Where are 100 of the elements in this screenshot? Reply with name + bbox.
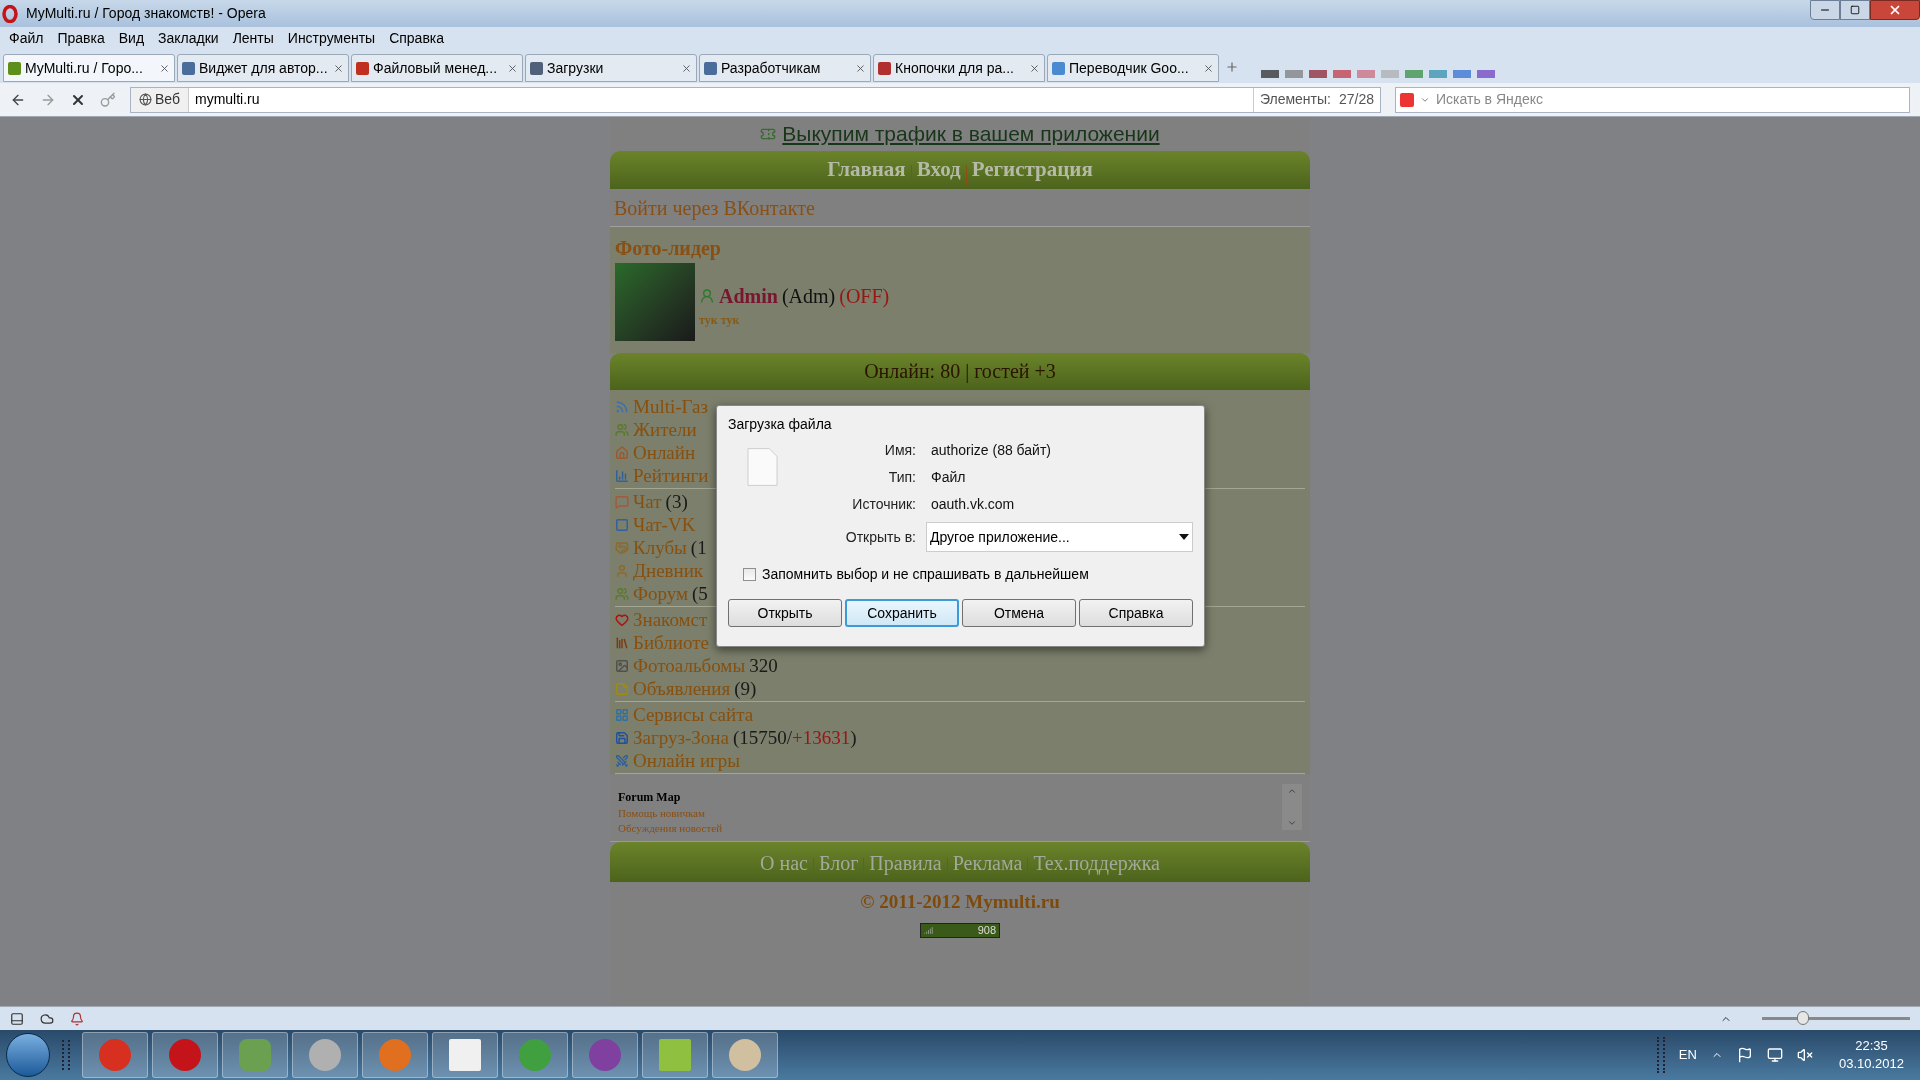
elements-counter: Элементы: 27/28 [1252, 87, 1380, 112]
menu-link[interactable]: Загруз-Зона [633, 728, 729, 747]
menu-link[interactable]: Объявления [633, 679, 731, 698]
address-field[interactable]: Веб mymulti.ru Элементы: 27/28 [130, 86, 1381, 113]
taskbar-button[interactable] [502, 1032, 568, 1078]
close-icon[interactable] [1029, 62, 1040, 74]
footer-link[interactable]: О нас [760, 848, 808, 878]
dialog-button[interactable]: Открыть [728, 599, 842, 627]
clock[interactable]: 22:35 03.10.2012 [1838, 1037, 1904, 1073]
user-icon [699, 288, 715, 304]
open-with-dropdown[interactable]: Другое приложение... [926, 522, 1193, 552]
favicon-icon [182, 61, 195, 75]
nav-link[interactable]: Вход [916, 153, 961, 185]
menu-link[interactable]: Жители [633, 420, 697, 439]
ad-link[interactable]: Выкупим трафик в вашем приложении [782, 118, 1160, 150]
favicon-icon [878, 61, 891, 75]
grip-handle[interactable] [1656, 1037, 1665, 1073]
menu-link[interactable]: Библиоте [633, 633, 709, 652]
forum-link[interactable]: Помощь новичкам [618, 806, 1282, 821]
close-icon[interactable] [507, 62, 518, 74]
remember-checkbox[interactable] [743, 568, 756, 581]
menu-link[interactable]: Форум [633, 584, 689, 603]
photo-caption: тук тук [699, 312, 741, 329]
scroll-down-icon[interactable] [1287, 818, 1297, 828]
taskbar-button[interactable] [152, 1032, 218, 1078]
network-icon[interactable] [1766, 1047, 1783, 1063]
tab-label: Разработчикам [721, 58, 822, 78]
maximize-button[interactable] [1840, 0, 1870, 20]
menu-item[interactable]: Ленты [225, 27, 281, 49]
menu-link[interactable]: Сервисы сайта [633, 705, 754, 724]
person-icon [615, 563, 629, 578]
close-icon[interactable] [1203, 62, 1214, 74]
browser-tab[interactable]: Переводчик Goo... [1047, 54, 1219, 82]
menu-item[interactable]: Справка [382, 27, 452, 49]
browser-tab[interactable]: Кнопочки для ра... [873, 54, 1045, 82]
menu-item[interactable]: Закладки [151, 27, 226, 49]
zoom-slider-thumb[interactable] [1797, 1011, 1810, 1025]
dialog-button[interactable]: Отмена [962, 599, 1076, 627]
menu-link[interactable]: Дневник [633, 561, 704, 580]
cloud-icon[interactable] [40, 1011, 54, 1026]
user-link[interactable]: Admin [719, 281, 778, 311]
menu-link[interactable]: Клубы [633, 538, 687, 557]
nav-link[interactable]: Главная [827, 153, 906, 185]
tab-label: Виджет для автор... [199, 58, 329, 78]
menu-link[interactable]: Чат [633, 492, 662, 511]
menu-item[interactable]: Вид [111, 27, 152, 49]
menu-link[interactable]: Знакомст [633, 610, 708, 629]
browser-tab[interactable]: Виджет для автор... [177, 54, 349, 82]
close-icon[interactable] [855, 62, 866, 74]
forum-link[interactable]: Обсуждения новостей [618, 821, 1282, 836]
taskbar-button[interactable] [712, 1032, 778, 1078]
taskbar-button[interactable] [82, 1032, 148, 1078]
close-button[interactable] [1870, 0, 1920, 20]
taskbar-button[interactable] [572, 1032, 638, 1078]
menu-link[interactable]: Multi-Газ [633, 397, 708, 416]
close-icon[interactable] [333, 62, 344, 74]
nav-link[interactable]: Регистрация [971, 153, 1093, 185]
menu-link[interactable]: Рейтинги [633, 466, 709, 485]
key-icon[interactable] [100, 91, 116, 108]
browser-tab[interactable]: Загрузки [525, 54, 697, 82]
taskbar-button[interactable] [292, 1032, 358, 1078]
grip-handle[interactable] [62, 1040, 70, 1070]
scroll-up-icon[interactable] [1287, 786, 1297, 796]
menu-item[interactable]: Файл [2, 27, 51, 49]
menu-link[interactable]: Онлайн [633, 443, 696, 462]
favicon-icon [356, 61, 369, 75]
menu-link[interactable]: Чат-VK [633, 515, 696, 534]
flag-icon[interactable] [1736, 1047, 1753, 1063]
close-icon[interactable] [681, 62, 692, 74]
taskbar-button[interactable] [642, 1032, 708, 1078]
dialog-button[interactable]: Справка [1079, 599, 1193, 627]
menu-item[interactable]: Инструменты [280, 27, 383, 49]
minimize-button[interactable] [1810, 0, 1840, 20]
volume-muted-icon[interactable] [1796, 1047, 1813, 1063]
browser-tab[interactable]: Файловый менед... [351, 54, 523, 82]
scrollbar[interactable] [1282, 784, 1302, 830]
start-button[interactable] [6, 1033, 50, 1077]
menu-link[interactable]: Онлайн игры [633, 751, 741, 770]
language-indicator[interactable]: EN [1678, 1045, 1697, 1065]
taskbar-button[interactable] [432, 1032, 498, 1078]
browser-tab[interactable]: MyMulti.ru / Горо... [3, 54, 175, 82]
menu-link[interactable]: Фотоальбомы [633, 656, 746, 675]
panel-icon[interactable] [10, 1011, 24, 1026]
vk-login-link[interactable]: Войти через ВКонтакте [614, 192, 815, 223]
dialog-button[interactable]: Сохранить [845, 599, 959, 627]
footer-link[interactable]: Тех.поддержка [1033, 848, 1160, 878]
favicon-icon [1052, 61, 1065, 75]
browser-tab[interactable]: Разработчикам [699, 54, 871, 82]
close-icon[interactable] [159, 62, 170, 74]
new-tab-icon[interactable] [1225, 60, 1239, 74]
footer-link[interactable]: Правила [869, 848, 942, 878]
menu-item[interactable]: Правка [50, 27, 112, 49]
taskbar-button[interactable] [362, 1032, 428, 1078]
notification-icon[interactable] [70, 1011, 84, 1026]
maximize-icon [1850, 5, 1860, 15]
footer-link[interactable]: Блог [818, 848, 859, 878]
tab-label: Кнопочки для ра... [895, 58, 1015, 78]
footer-link[interactable]: Реклама [952, 848, 1023, 878]
taskbar-button[interactable] [222, 1032, 288, 1078]
search-field[interactable]: Искать в Яндекс [1395, 86, 1910, 113]
